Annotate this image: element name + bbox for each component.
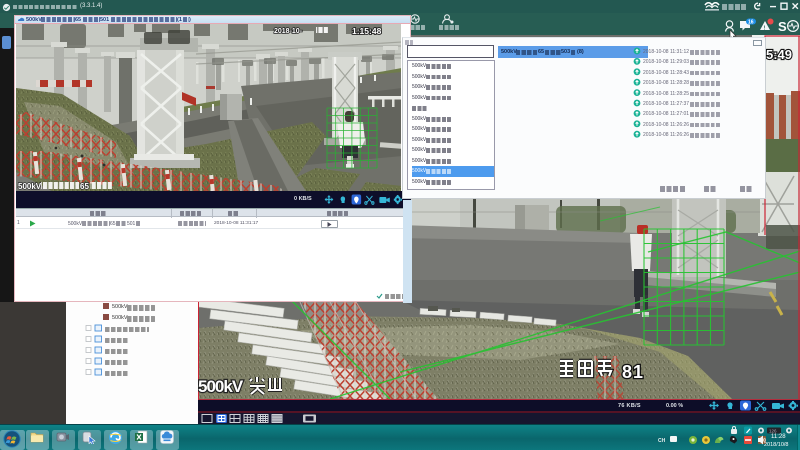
svg-text:16: 16 — [748, 20, 754, 26]
svg-text:126: 126 — [769, 429, 777, 434]
svg-text:81: 81 — [622, 362, 644, 382]
svg-text:500kV: 500kV — [18, 182, 42, 191]
svg-text:5:49: 5:49 — [766, 47, 792, 62]
svg-text:2018-10-: 2018-10- — [274, 28, 303, 35]
svg-text:!: ! — [764, 26, 766, 32]
svg-text:1:15:48: 1:15:48 — [352, 26, 382, 36]
svg-text:S: S — [778, 19, 787, 34]
svg-text:65: 65 — [80, 182, 89, 191]
svg-text:500kV: 500kV — [198, 377, 244, 396]
